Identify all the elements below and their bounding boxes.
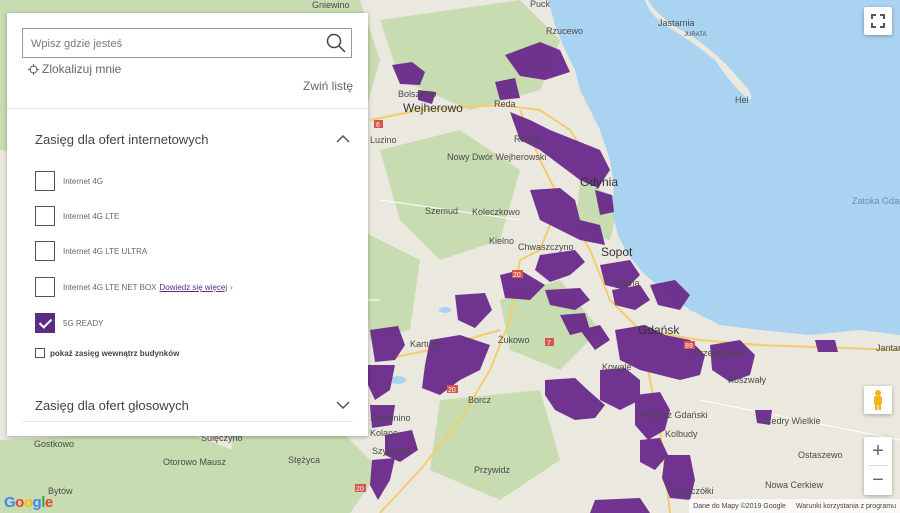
place-label: Ostaszewo	[798, 450, 843, 460]
map-attribution: Dane do Mapy ©2019 Google Warunki korzys…	[689, 499, 900, 513]
learn-more-link[interactable]: Dowiedz się więcej	[160, 283, 228, 292]
internet-section-title: Zasięg dla ofert internetowych	[35, 132, 209, 147]
google-logo[interactable]: Google	[4, 494, 53, 511]
option-internet-4g-lte-net-box[interactable]: Internet 4G LTE NET BOX Dowiedz się więc…	[35, 276, 233, 298]
checkbox[interactable]	[35, 171, 55, 191]
road-number: 20	[513, 272, 521, 279]
locate-me-link[interactable]: Zlokalizuj mnie	[28, 62, 121, 76]
place-label: Borcz	[468, 395, 492, 405]
place-label: Rumia	[514, 134, 540, 144]
place-label: Kielno	[489, 236, 514, 246]
place-label: Nowy Dwór Wejherowski	[447, 152, 546, 162]
divider	[7, 108, 368, 109]
place-label: Kolbudy	[665, 429, 698, 439]
place-label: Kartuzy	[410, 339, 441, 349]
search-box	[22, 28, 352, 58]
zoom-control: + −	[864, 437, 892, 495]
voice-section-title: Zasięg dla ofert głosowych	[35, 398, 189, 413]
indoor-coverage-label: pokaż zasięg wewnątrz budynków	[50, 348, 180, 358]
place-label: Gniewino	[312, 0, 350, 10]
place-label: Puck	[530, 0, 551, 9]
terms-link[interactable]: Warunki korzystania z programu	[796, 503, 896, 510]
option-label: Internet 4G LTE ULTRA	[63, 246, 148, 256]
place-label: Koszwały	[728, 375, 767, 385]
collapse-list-link[interactable]: Zwiń listę	[303, 79, 353, 93]
zoom-in-button[interactable]: +	[864, 437, 892, 465]
option-label: Internet 4G LTE	[63, 211, 120, 221]
fullscreen-button[interactable]	[864, 7, 892, 35]
place-label: Rzucewo	[546, 26, 583, 36]
checkbox[interactable]	[35, 241, 55, 261]
place-label: Stężyca	[288, 455, 320, 465]
place-label: Jantar	[876, 343, 900, 353]
place-label: Bolszewo	[398, 89, 437, 99]
place-label: Cedry Wielkie	[765, 416, 821, 426]
crosshair-icon	[28, 63, 39, 75]
place-label: Luzino	[370, 135, 397, 145]
place-label: Somonino	[370, 413, 411, 423]
search-icon	[326, 33, 346, 53]
place-label: Pszczółki	[676, 486, 714, 496]
place-label: Przywidz	[474, 465, 511, 475]
checkbox-checked[interactable]	[35, 313, 55, 333]
chevron-down-icon[interactable]	[336, 400, 350, 410]
place-label: Koleczkowo	[472, 207, 520, 217]
road-number: 20	[356, 486, 364, 493]
place-label: Kowale	[602, 362, 632, 372]
place-label: Gdynia	[580, 175, 618, 189]
place-label: Przejazdowo	[694, 348, 746, 358]
place-label: Chwaszczyno	[518, 242, 574, 252]
map-data-credit: Dane do Mapy ©2019 Google	[693, 502, 786, 510]
place-label: Nowa Cerkiew	[765, 480, 824, 490]
option-label: Internet 4G	[63, 176, 104, 186]
checkbox[interactable]	[35, 206, 55, 226]
indoor-coverage-toggle[interactable]: pokaż zasięg wewnątrz budynków	[35, 348, 179, 358]
place-label: Szemud	[425, 206, 458, 216]
place-label: Hel	[735, 95, 749, 105]
place-label: Pruszcz Gdański	[640, 410, 708, 420]
street-view-button[interactable]	[864, 386, 892, 414]
place-label: Wejherowo	[403, 101, 463, 115]
checkbox[interactable]	[35, 348, 45, 358]
chevron-up-icon[interactable]	[336, 134, 350, 144]
place-label: Otorowo Mausz	[163, 457, 227, 467]
chevron-right-icon: ›	[230, 282, 233, 292]
road-number: 7	[547, 340, 551, 347]
option-label: 5G READY	[63, 318, 104, 328]
fullscreen-icon	[871, 14, 885, 28]
place-label: JURATA	[684, 32, 706, 38]
zoom-out-button[interactable]: −	[864, 466, 892, 494]
divider	[22, 421, 353, 422]
pegman-icon	[874, 390, 882, 410]
place-label: Szymbark	[372, 446, 413, 456]
place-label: Jastarnia	[658, 18, 695, 28]
coverage-panel: Zlokalizuj mnie Zwiń listę Zasięg dla of…	[7, 13, 368, 436]
option-5g-ready[interactable]: 5G READY	[35, 312, 103, 334]
place-label: Gostkowo	[34, 439, 74, 449]
checkbox[interactable]	[35, 277, 55, 297]
option-internet-4g-lte[interactable]: Internet 4G LTE	[35, 205, 119, 227]
search-button[interactable]	[325, 32, 347, 54]
road-number: 89	[685, 343, 693, 350]
place-label: Reda	[494, 99, 516, 109]
place-label: Olivia	[617, 278, 640, 288]
place-label: Zatoka Gdańska	[852, 196, 900, 206]
place-label: Gdańsk	[638, 323, 680, 337]
search-input[interactable]	[29, 33, 323, 55]
place-label: Żukowo	[498, 335, 530, 345]
place-label: Sopot	[601, 245, 633, 259]
road-number: 20	[448, 387, 456, 394]
option-internet-4g-lte-ultra[interactable]: Internet 4G LTE ULTRA	[35, 240, 147, 262]
option-internet-4g[interactable]: Internet 4G	[35, 170, 103, 192]
locate-label: Zlokalizuj mnie	[42, 62, 122, 76]
place-label: Kolano	[370, 428, 398, 438]
road-number: 6	[376, 122, 380, 129]
option-label: Internet 4G LTE NET BOX	[63, 282, 157, 292]
